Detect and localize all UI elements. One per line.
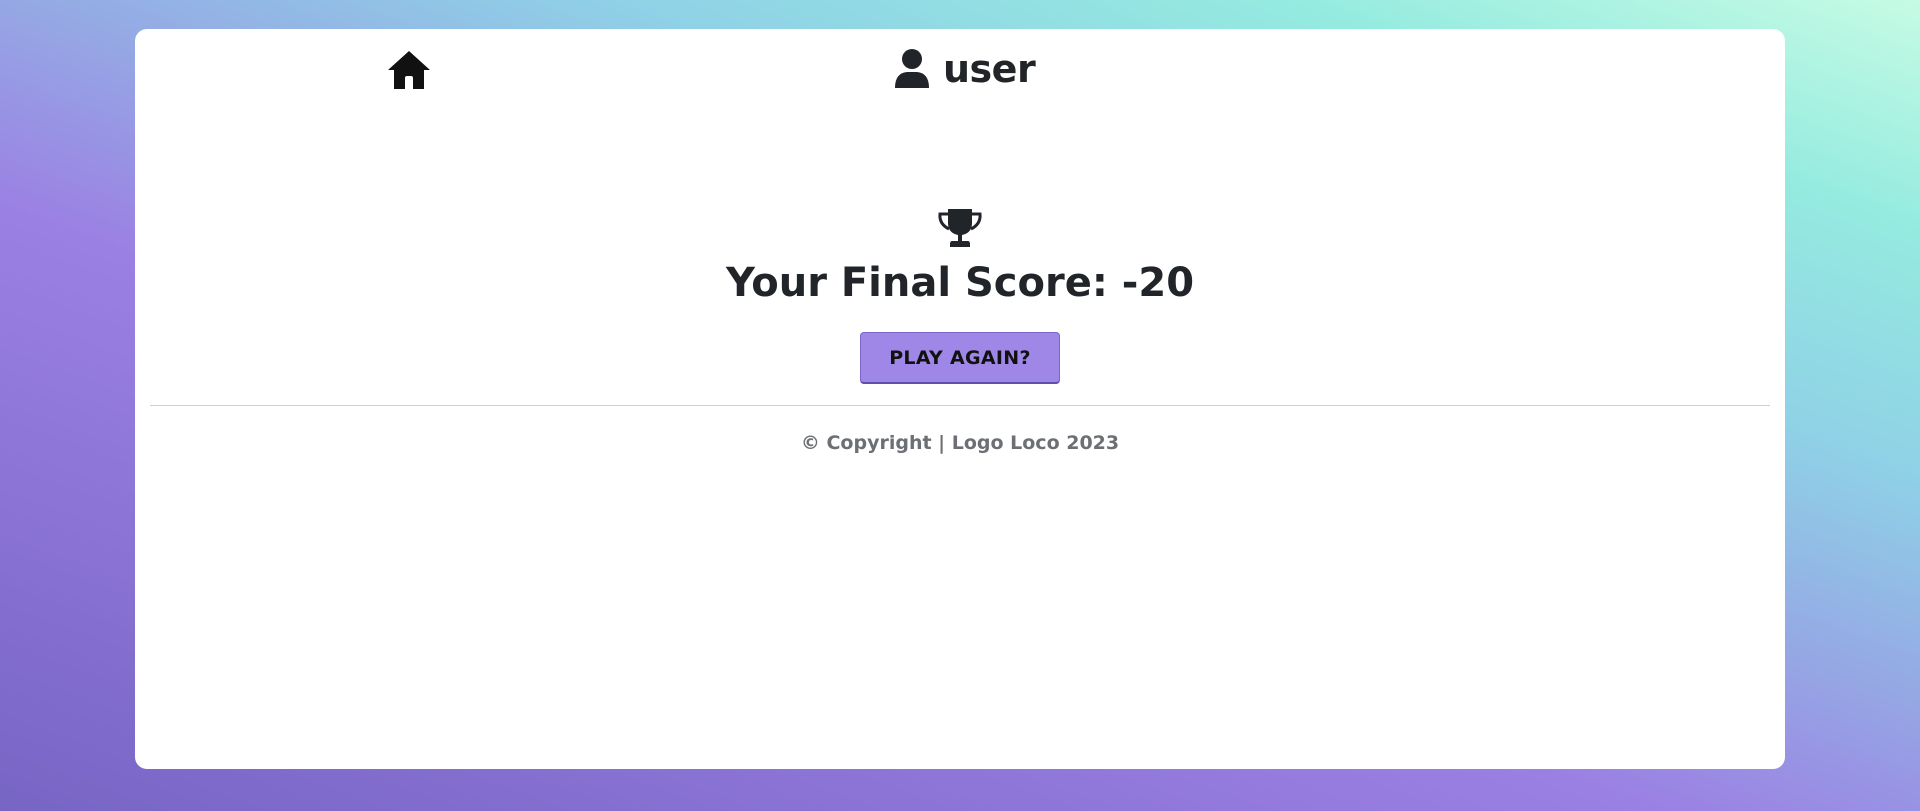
divider: [150, 405, 1770, 406]
main-card: user Your Final Score: -20 PLAY AGAIN? ©…: [135, 29, 1785, 769]
user-profile-link[interactable]: user: [893, 43, 1036, 95]
top-nav: user: [135, 29, 1785, 139]
user-icon: [895, 49, 929, 88]
final-score-heading: Your Final Score: -20: [725, 260, 1195, 306]
play-again-button[interactable]: PLAY AGAIN?: [860, 332, 1060, 384]
trophy-icon: [938, 209, 982, 247]
username-label: user: [943, 47, 1036, 91]
home-link[interactable]: [385, 46, 433, 94]
footer-copyright: © Copyright | Logo Loco 2023: [800, 432, 1120, 454]
home-icon: [388, 51, 430, 89]
